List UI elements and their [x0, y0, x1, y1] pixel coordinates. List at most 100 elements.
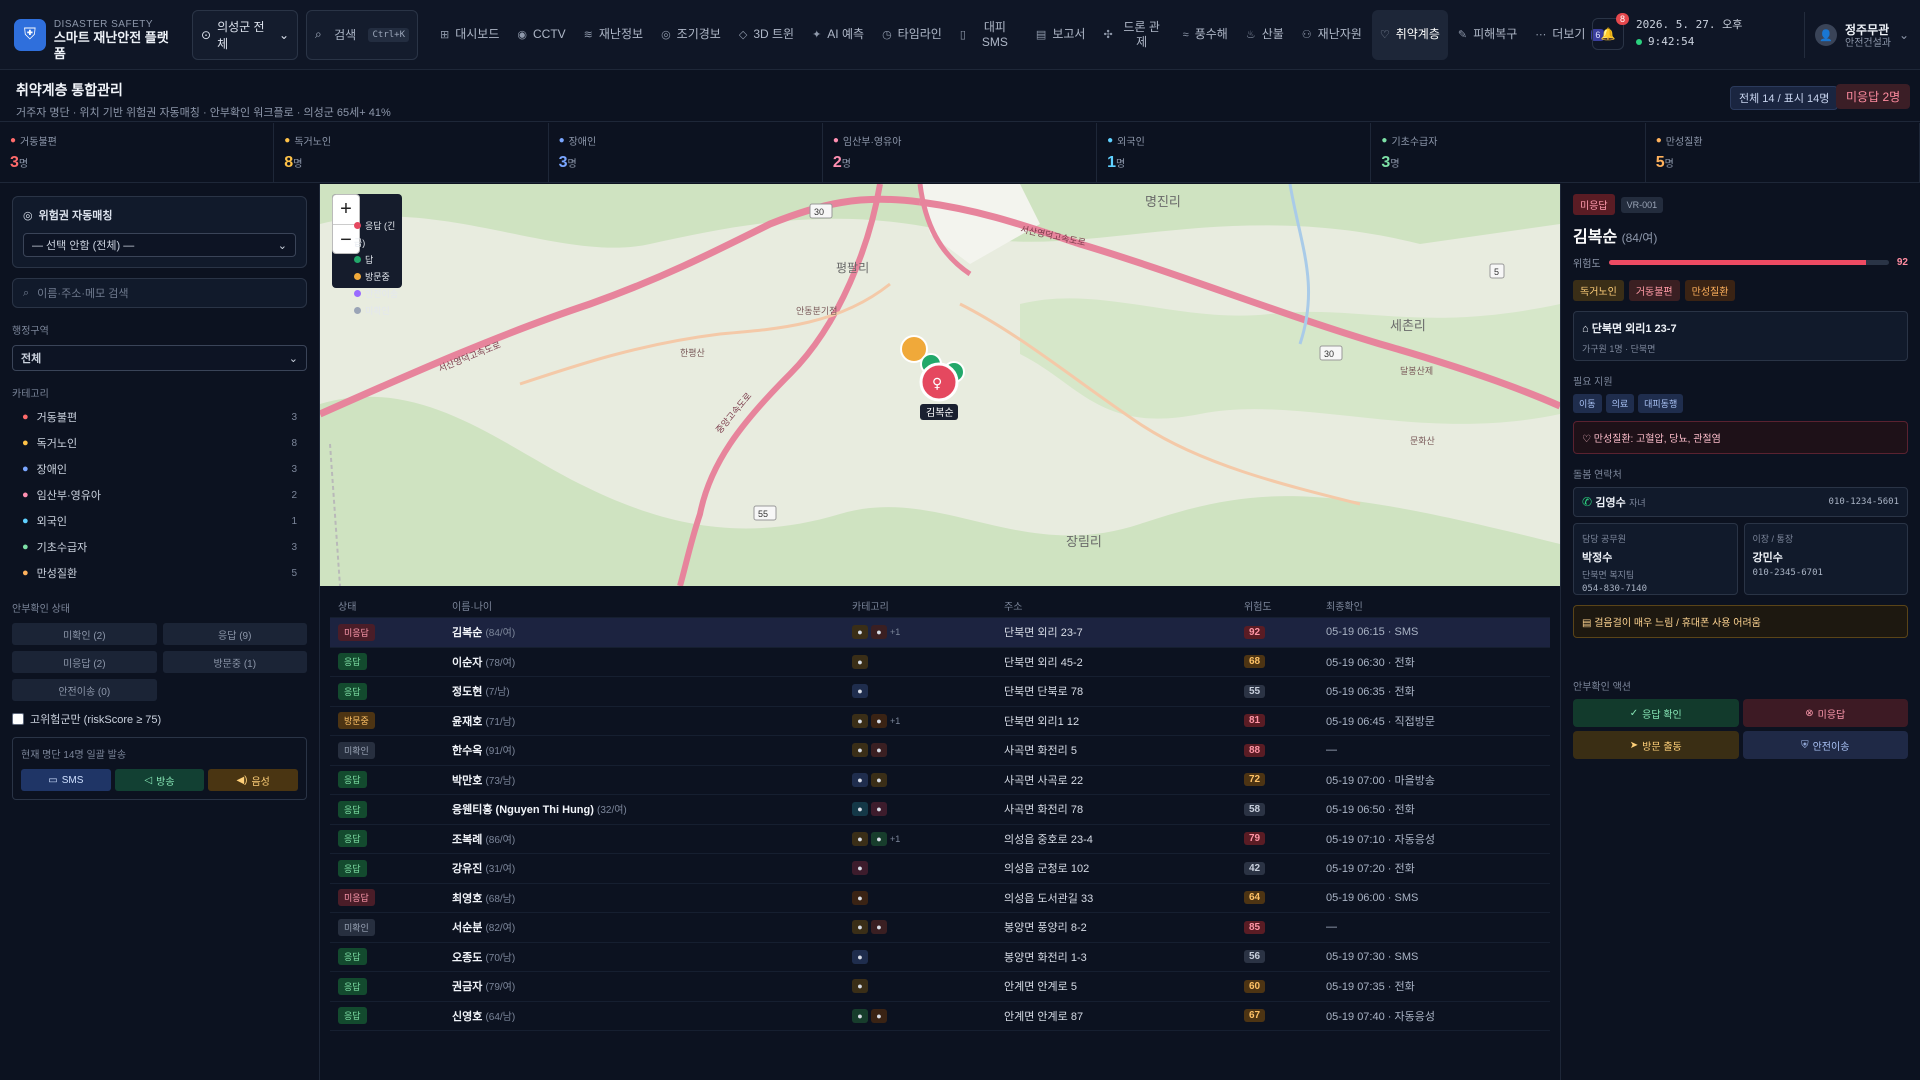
table-row[interactable]: 응답 권금자 (79/여) ● 안계면 안계로 5 60 05-19 07:35 · 전화: [330, 972, 1550, 1002]
stat-card-2[interactable]: ● 장애인 3명: [549, 123, 823, 182]
stat-value-row: 2명: [833, 154, 1086, 172]
stat-card-6[interactable]: ● 만성질환 5명: [1646, 123, 1920, 182]
nav-item-0[interactable]: ⊞ 대시보드: [432, 10, 507, 60]
status-chip[interactable]: 미응답 (2): [12, 651, 157, 673]
high-risk-toggle[interactable]: 고위험군만 (riskScore ≥ 75): [12, 711, 307, 727]
nav-item-8[interactable]: ▤ 보고서: [1028, 10, 1094, 60]
risk-score: 85: [1244, 920, 1266, 934]
bulk-voice-button[interactable]: ◀) 음성: [208, 769, 299, 791]
message-icon: ▭: [48, 774, 58, 786]
nav-item-1[interactable]: ◉ CCTV: [509, 10, 573, 60]
legend-list: 응답 (긴급) 답 방문중 안전이송 미확인: [354, 218, 402, 320]
category-icon: ●: [852, 772, 868, 787]
bulk-broadcast-button[interactable]: ◁ 방송: [114, 769, 205, 791]
nav-item-5[interactable]: ✦ AI 예측: [804, 10, 872, 60]
table-row[interactable]: 방문중 윤재호 (71/남) ● ● +1 단북면 외리1 12 81 05-19 06:45…: [330, 707, 1550, 736]
table-row[interactable]: 응답 박만호 (73/남) ● ● 사곡면 사곡로 22 72 05-19 07:00 · …: [330, 766, 1550, 795]
nav-item-10[interactable]: ≈ 풍수해: [1175, 10, 1236, 60]
region-filter-select[interactable]: 전체 ⌄: [12, 345, 307, 371]
hazard-select[interactable]: — 선택 안함 (전체) — ⌄: [23, 233, 296, 257]
category-icon: ●: [852, 979, 868, 994]
status-chip[interactable]: 응답 (9): [162, 623, 307, 645]
column-header[interactable]: 위험도: [1244, 598, 1326, 613]
nav-item-14[interactable]: ✎ 피해복구: [1450, 10, 1525, 60]
category-item[interactable]: ● 만성질환 5: [12, 560, 307, 586]
table-row[interactable]: 응답 조복례 (86/여) ● ● +1 의성읍 중호로 23-4 79 05-19 07:1…: [330, 825, 1550, 854]
stat-card-1[interactable]: ● 독거노인 8명: [274, 123, 549, 182]
category-icon: ●: [22, 567, 29, 579]
category-item[interactable]: ● 독거노인 8: [12, 430, 307, 456]
checkbox[interactable]: [12, 713, 24, 725]
table-row[interactable]: 미확인 한수옥 (91/여) ● ● 사곡면 화전리 5 88—: [330, 736, 1550, 766]
stat-card-0[interactable]: ● 거동불편 3명: [0, 123, 275, 182]
chief-name: 강민수: [1752, 552, 1783, 564]
region-select-button[interactable]: ⊙ 의성군 전체 ⌄: [192, 9, 298, 60]
table-row[interactable]: 응답 오종도 (70/남) ● 봉양면 화전리 1-3 56 05-19 07:30 · …: [330, 943, 1550, 972]
column-header[interactable]: 상태: [338, 598, 452, 613]
search-shortcut: Ctrl+K: [368, 27, 409, 42]
nav-item-11[interactable]: ♨ 산불: [1238, 10, 1292, 60]
category-item[interactable]: ● 임산부·영유아 2: [12, 482, 307, 508]
map-label-place-1: 명진리: [1145, 194, 1181, 209]
status-chip[interactable]: 미확인 (2): [12, 623, 157, 645]
nav-item-6[interactable]: ◷ 타임라인: [874, 10, 950, 60]
status-badge: 응답: [338, 1007, 367, 1025]
category-cell: ● ●: [852, 802, 1004, 817]
safe-transfer-button[interactable]: ⛨ 안전이송: [1742, 731, 1908, 759]
nav-item-7[interactable]: ▯ 대피 SMS: [952, 10, 1026, 60]
home-icon: ⌂: [1582, 323, 1589, 335]
resident-age: (78/여): [485, 657, 516, 669]
resident-age: (73/남): [485, 775, 516, 787]
confirm-response-button[interactable]: ✓ 응답 확인: [1573, 699, 1739, 727]
nav-item-label: 대시보드: [455, 27, 500, 41]
table-row[interactable]: 응답 이순자 (78/여) ● 단북면 외리 45-2 68 05-19 06:30 · …: [330, 648, 1550, 677]
brand[interactable]: ⛨ DISASTER SAFETY 스마트 재난안전 플랫폼: [0, 7, 180, 62]
nav-item-4[interactable]: ◇ 3D 트윈: [731, 10, 802, 60]
column-header[interactable]: 카테고리: [852, 598, 1004, 613]
bulk-sms-button[interactable]: ▭ SMS: [21, 769, 111, 791]
category-item[interactable]: ● 기초수급자 3: [12, 534, 307, 560]
table-row[interactable]: 미응답 최영호 (68/남) ● 의성읍 도서관길 33 64 05-19 06:00 ·…: [330, 884, 1550, 913]
contact-card[interactable]: ✆ 김영수 자녀 010-1234-5601: [1573, 487, 1908, 517]
nav-item-12[interactable]: ⚇ 재난자원: [1294, 10, 1370, 60]
unanswered-badge[interactable]: 미응답 2명: [1836, 84, 1911, 109]
nav-item-13[interactable]: ♡ 취약계층: [1371, 9, 1448, 60]
more-icon: ⋯: [1535, 29, 1547, 41]
user-menu[interactable]: 👤 정주무관 안전건설과 ⌄: [1804, 12, 1909, 58]
global-search-button[interactable]: ⌕ 검색 Ctrl+K: [306, 9, 418, 60]
category-left: ● 기초수급자: [22, 539, 87, 555]
detail-age: (84/여): [1621, 231, 1658, 245]
nav-item-3[interactable]: ◎ 조기경보: [653, 10, 729, 60]
table-row[interactable]: 미응답 김복순 (84/여) ● ● +1 단북면 외리 23-7 92 05-19 06:1…: [330, 618, 1550, 648]
stat-value: 5: [1655, 154, 1665, 171]
status-chip[interactable]: 안전이송 (0): [12, 679, 157, 701]
category-item[interactable]: ● 거동불편 3: [12, 404, 307, 430]
stat-card-4[interactable]: ● 외국인 1명: [1097, 123, 1372, 182]
category-icon: ●: [1381, 135, 1388, 146]
dispatch-visit-button[interactable]: ➤ 방문 출동: [1573, 731, 1739, 759]
notification-button[interactable]: 🔔 8: [1592, 13, 1629, 50]
region-label: 의성군 전체: [217, 19, 265, 51]
table-row[interactable]: 응답 강유진 (31/여) ● 의성읍 군청로 102 42 05-19 07:20 · …: [330, 854, 1550, 884]
category-item[interactable]: ● 장애인 3: [12, 456, 307, 482]
table-row[interactable]: 응답 정도현 (7/남) ● 단북면 단북로 78 55 05-19 06:35 · 전화: [330, 677, 1550, 707]
category-count: 5: [291, 567, 297, 579]
stat-card-5[interactable]: ● 기초수급자 3명: [1371, 123, 1646, 182]
column-header[interactable]: 주소: [1004, 598, 1244, 613]
nav-item-2[interactable]: ≋ 재난정보: [576, 10, 651, 60]
table-header: 상태 이름·나이 카테고리 주소 위험도 최종확인: [330, 594, 1550, 618]
table-row[interactable]: 미확인 서순분 (82/여) ● ● 봉양면 풍양리 8-2 85—: [330, 913, 1550, 943]
table-row[interactable]: 응답 신영호 (64/남) ● ● 안계면 안계로 87 67 05-19 07:40 · …: [330, 1002, 1550, 1031]
search-input[interactable]: ⌕ 이름·주소·메모 검색: [12, 278, 307, 308]
legend-label: 방문중: [365, 272, 390, 282]
mark-unanswered-button[interactable]: ⊗ 미응답: [1742, 699, 1908, 727]
stat-card-3[interactable]: ● 임산부·영유아 2명: [823, 123, 1098, 182]
map[interactable]: 명진리 평팔리 세촌리 장림리 안동분기점 한평산 달봉산제 문화산 서산영덕고…: [320, 184, 1560, 586]
contact-relation: 자녀: [1629, 498, 1646, 508]
column-header[interactable]: 최종확인: [1326, 598, 1572, 613]
column-header[interactable]: 이름·나이: [452, 598, 852, 613]
category-item[interactable]: ● 외국인 1: [12, 508, 307, 534]
table-row[interactable]: 응답 응웬티홍 (Nguyen Thi Hung) (32/여) ● ● 사곡면 화전리…: [330, 795, 1550, 825]
nav-item-9[interactable]: ✣ 드론 관제: [1095, 10, 1172, 60]
status-chip[interactable]: 방문중 (1): [162, 651, 307, 673]
